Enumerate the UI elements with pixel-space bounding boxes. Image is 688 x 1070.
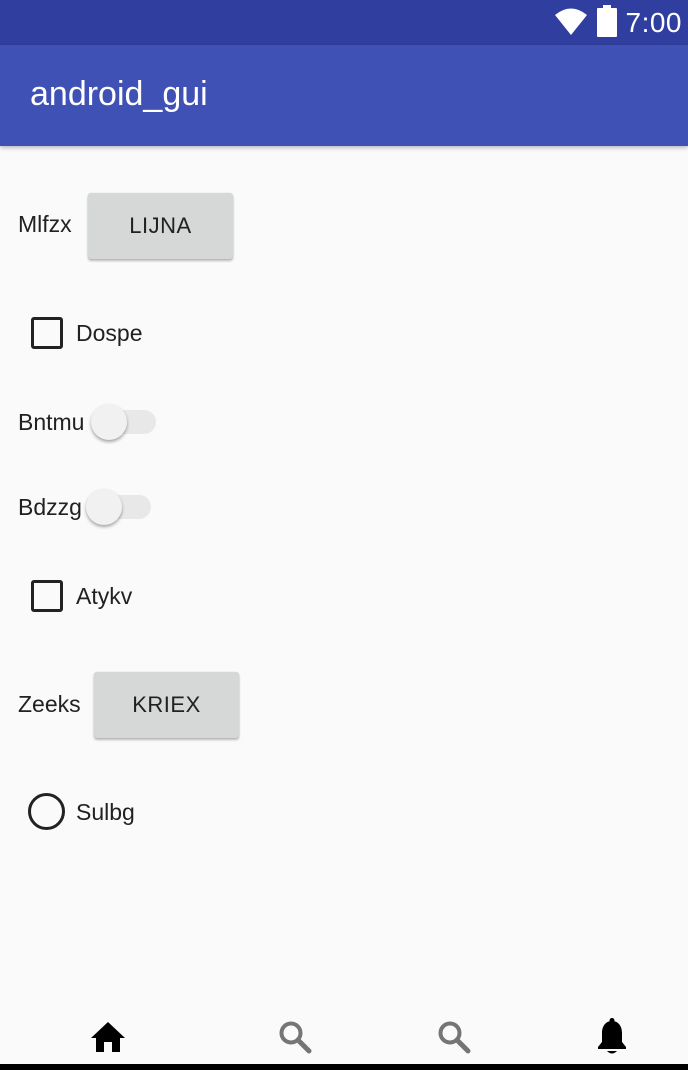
nav-home[interactable] [78, 1016, 138, 1062]
sulbg-radio-label: Sulbg [76, 799, 135, 825]
dospe-checkbox-label: Dospe [76, 320, 143, 346]
zeeks-label: Zeeks [18, 691, 81, 717]
bdzzg-switch-label: Bdzzg [18, 494, 82, 520]
dospe-checkbox[interactable] [31, 317, 63, 349]
home-icon [90, 1021, 126, 1058]
notifications-icon [596, 1017, 628, 1061]
bntmu-switch-thumb[interactable] [91, 404, 127, 440]
atykv-checkbox[interactable] [31, 580, 63, 612]
nav-search-2[interactable] [424, 1016, 484, 1062]
sulbg-radio-button[interactable] [28, 793, 65, 830]
search-icon [437, 1020, 471, 1059]
status-bar: 7:00 [0, 0, 688, 45]
battery-icon [596, 4, 618, 42]
status-icons: 7:00 [554, 4, 683, 42]
bntmu-switch-label: Bntmu [18, 409, 85, 435]
bdzzg-switch-thumb[interactable] [86, 489, 122, 525]
bottom-edge [0, 1064, 688, 1070]
status-time: 7:00 [625, 7, 682, 38]
atykv-checkbox-label: Atykv [76, 583, 133, 609]
mlfzx-label: Mlfzx [18, 211, 72, 237]
kriex-button[interactable]: KRIEX [94, 672, 239, 738]
app-bar: android_gui [0, 45, 688, 146]
wifi-icon [554, 6, 588, 41]
app-title: android_gui [30, 75, 208, 113]
nav-search-1[interactable] [265, 1016, 325, 1062]
nav-notifications[interactable] [582, 1016, 642, 1062]
search-icon [278, 1020, 312, 1059]
lijna-button[interactable]: LIJNA [88, 193, 233, 259]
